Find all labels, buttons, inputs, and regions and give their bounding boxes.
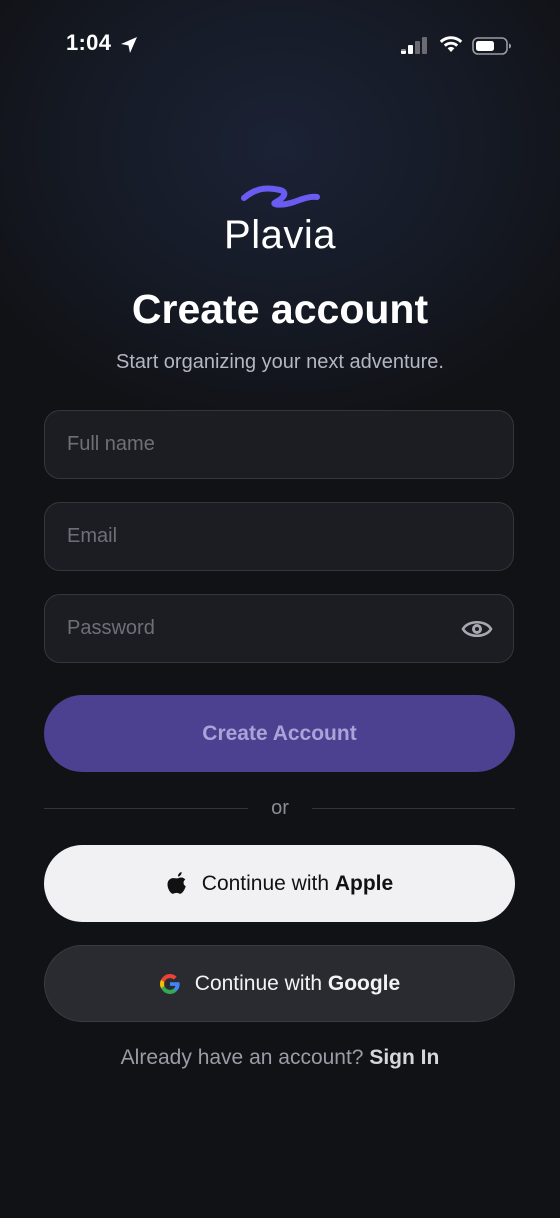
- google-button-provider: Google: [327, 971, 401, 995]
- google-button-label: Continue with Google: [195, 972, 400, 996]
- signin-prompt: Already have an account? Sign In: [0, 1046, 560, 1070]
- continue-with-apple-button[interactable]: Continue with Apple: [44, 845, 515, 922]
- full-name-field[interactable]: [44, 410, 514, 479]
- status-bar: 1:04: [0, 0, 560, 92]
- status-time: 1:04: [66, 30, 112, 55]
- sign-in-link[interactable]: Sign In: [369, 1046, 439, 1069]
- cellular-signal-icon: [401, 37, 427, 54]
- divider-line-left: [44, 808, 248, 809]
- apple-button-label: Continue with Apple: [202, 872, 393, 896]
- page-title: Create account: [131, 286, 429, 332]
- create-account-button[interactable]: Create Account: [44, 695, 515, 772]
- email-input[interactable]: [45, 503, 513, 570]
- apple-button-prefix: Continue with: [201, 871, 335, 895]
- signin-prompt-text: Already have an account?: [120, 1046, 370, 1069]
- divider-label: or: [271, 797, 289, 819]
- brand-logo-mark: [241, 185, 320, 208]
- location-arrow-icon: [121, 37, 137, 53]
- brand-logo-text: Plavia: [224, 213, 336, 257]
- page-subtitle: Start organizing your next adventure.: [116, 351, 444, 373]
- apple-logo-icon: [167, 871, 186, 894]
- google-logo-icon: [159, 973, 180, 994]
- eye-icon[interactable]: [461, 616, 493, 642]
- full-name-input[interactable]: [45, 411, 513, 478]
- continue-with-google-button[interactable]: Continue with Google: [44, 945, 515, 1022]
- battery-icon: [472, 37, 511, 55]
- divider-line-right: [312, 808, 515, 809]
- wifi-icon: [439, 36, 463, 52]
- password-field[interactable]: [44, 594, 514, 663]
- apple-button-provider: Apple: [334, 871, 394, 895]
- email-field[interactable]: [44, 502, 514, 571]
- password-input[interactable]: [45, 595, 513, 662]
- google-button-prefix: Continue with: [194, 971, 328, 995]
